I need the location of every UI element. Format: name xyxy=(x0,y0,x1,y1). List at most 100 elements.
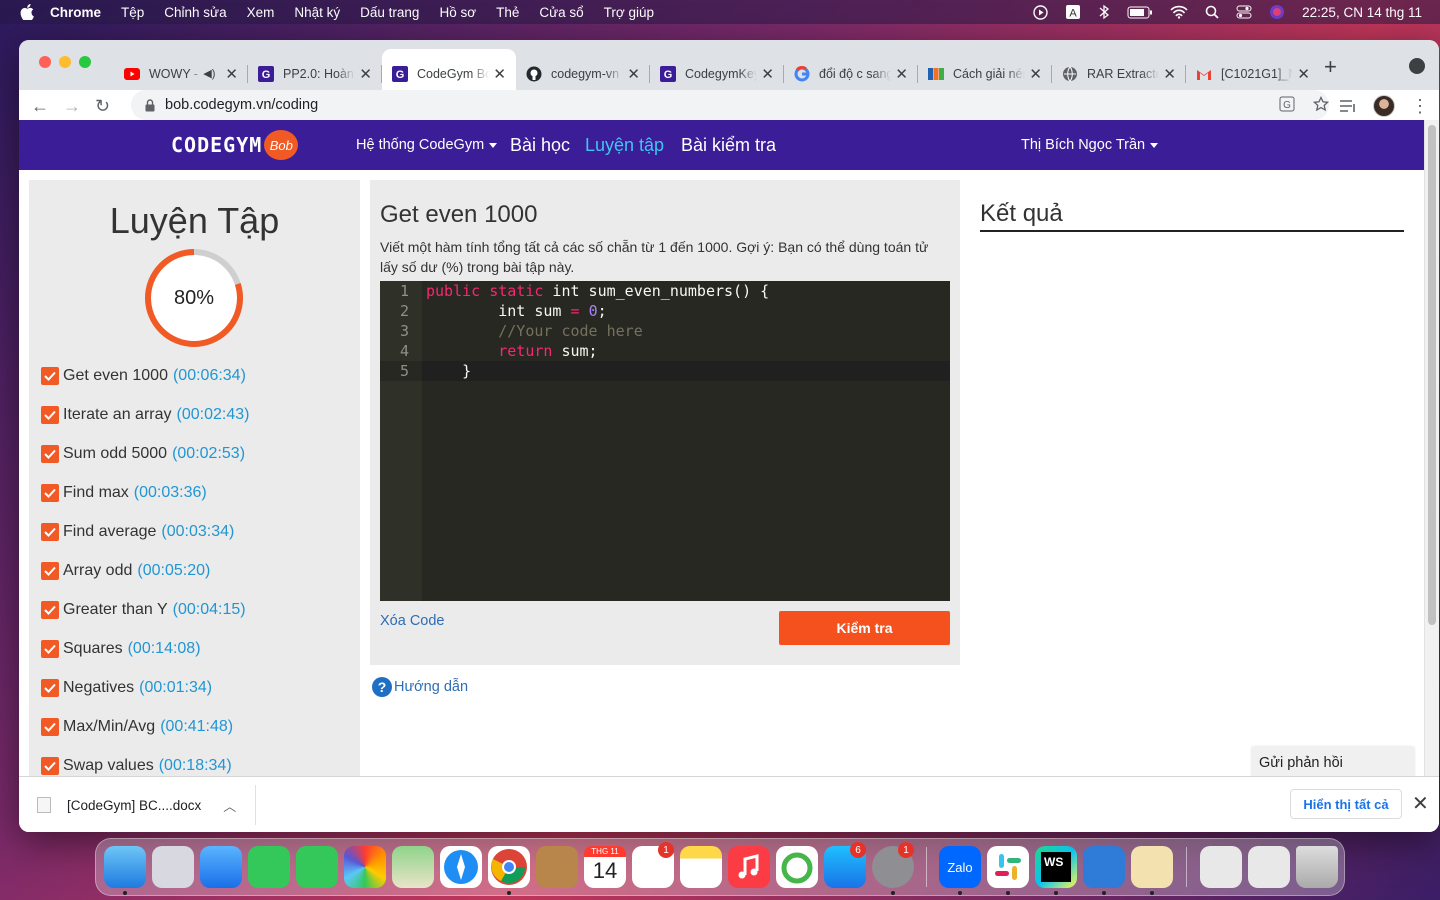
translate-icon[interactable]: G xyxy=(1279,96,1295,112)
calendar-icon[interactable]: THG 11 14 xyxy=(584,846,626,888)
bluetooth-icon[interactable] xyxy=(1098,4,1110,20)
play-circle-icon[interactable] xyxy=(1033,4,1048,20)
clear-code-link[interactable]: Xóa Code xyxy=(380,613,445,629)
exercise-item[interactable]: Negatives (00:01:34) xyxy=(41,668,249,707)
checkbox-checked-icon[interactable] xyxy=(41,561,59,580)
close-tab-icon[interactable]: ✕ xyxy=(1029,65,1042,83)
scrollbar-thumb[interactable] xyxy=(1428,125,1436,625)
mail-app-icon[interactable] xyxy=(1083,846,1125,888)
avatar[interactable] xyxy=(1373,95,1395,117)
menu-window[interactable]: Cửa sổ xyxy=(539,5,583,20)
menu-bookmarks[interactable]: Dấu trang xyxy=(360,5,419,20)
exercise-item[interactable]: Iterate an array (00:02:43) xyxy=(41,395,249,434)
contacts-icon[interactable] xyxy=(536,846,578,888)
forward-icon[interactable]: → xyxy=(63,96,81,117)
photos-icon[interactable] xyxy=(344,846,386,888)
code-line[interactable]: //Your code here xyxy=(426,321,643,341)
address-bar[interactable]: bob.codegym.vn/coding G xyxy=(131,90,1329,120)
chrome-icon[interactable] xyxy=(488,846,530,888)
checkbox-checked-icon[interactable] xyxy=(41,405,59,424)
code-editor[interactable]: 1 2 3 4 5 public static int sum_even_num… xyxy=(380,281,950,601)
reading-list-icon[interactable] xyxy=(1339,99,1357,113)
close-tab-icon[interactable]: ✕ xyxy=(895,65,908,83)
chevron-up-icon[interactable]: ︿ xyxy=(223,796,236,815)
checkbox-checked-icon[interactable] xyxy=(41,678,59,697)
tab-google[interactable]: đổi độ c sang ✕ xyxy=(784,57,918,90)
maps-icon[interactable] xyxy=(392,846,434,888)
siri-icon[interactable] xyxy=(1269,4,1285,20)
download-item[interactable]: [CodeGym] BC....docx ︿ xyxy=(37,789,255,821)
exercise-item[interactable]: Greater than Y (00:04:15) xyxy=(41,590,249,629)
checkbox-checked-icon[interactable] xyxy=(41,366,59,385)
help-link[interactable]: ? Hướng dẫn xyxy=(372,677,468,697)
menu-edit[interactable]: Chỉnh sửa xyxy=(164,5,226,20)
battery-icon[interactable] xyxy=(1127,6,1153,19)
exercise-item[interactable]: Array odd (00:05:20) xyxy=(41,551,249,590)
code-line[interactable]: public static int sum_even_numbers() { xyxy=(426,281,769,301)
menu-view[interactable]: Xem xyxy=(247,5,275,20)
zalo-icon[interactable]: Zalo xyxy=(939,846,981,888)
code-line[interactable]: int sum = 0; xyxy=(426,301,606,321)
tab-codegym-bob[interactable]: G CodeGym Bob ✕ xyxy=(382,49,516,90)
apple-icon[interactable] xyxy=(20,4,36,20)
close-tab-icon[interactable]: ✕ xyxy=(627,65,640,83)
menubar-clock[interactable]: 22:25, CN 14 thg 11 xyxy=(1302,5,1422,20)
checkbox-checked-icon[interactable] xyxy=(41,639,59,658)
trash-icon[interactable] xyxy=(1296,846,1338,888)
webstorm-icon[interactable]: WS xyxy=(1035,846,1077,888)
slack-icon[interactable] xyxy=(987,846,1029,888)
exercise-item[interactable]: Sum odd 5000 (00:02:53) xyxy=(41,434,249,473)
user-menu-dropdown[interactable]: Thị Bích Ngọc Trần xyxy=(1021,137,1159,153)
code-line[interactable]: return sum; xyxy=(426,341,597,361)
tab-codegymkey[interactable]: G CodegymKey ✕ xyxy=(650,57,784,90)
page-scrollbar[interactable] xyxy=(1424,120,1439,776)
show-all-downloads-button[interactable]: Hiển thị tất cả xyxy=(1290,789,1402,819)
close-tab-icon[interactable]: ✕ xyxy=(1297,65,1310,83)
mail-icon[interactable] xyxy=(200,846,242,888)
launchpad-icon[interactable] xyxy=(152,846,194,888)
checkbox-checked-icon[interactable] xyxy=(41,483,59,502)
tab-rar[interactable]: RAR Extractor ✕ xyxy=(1052,57,1186,90)
url-text[interactable]: bob.codegym.vn/coding xyxy=(165,97,318,113)
exercise-item[interactable]: Squares (00:14:08) xyxy=(41,629,249,668)
exercise-item[interactable]: Get even 1000 (00:06:34) xyxy=(41,356,249,395)
nav-system-dropdown[interactable]: Hệ thống CodeGym xyxy=(356,137,498,153)
menu-help[interactable]: Trợ giúp xyxy=(604,5,654,20)
nav-lessons[interactable]: Bài học xyxy=(510,135,570,156)
speaker-icon[interactable]: ◀) xyxy=(203,67,215,80)
input-source-icon[interactable]: A xyxy=(1065,4,1081,20)
checkbox-checked-icon[interactable] xyxy=(41,522,59,541)
cococ-icon[interactable] xyxy=(776,846,818,888)
reload-icon[interactable]: ↻ xyxy=(95,96,110,117)
tab-youtube[interactable]: WOWY - ◀) ✕ xyxy=(114,57,248,90)
checkbox-checked-icon[interactable] xyxy=(41,444,59,463)
exercise-item[interactable]: Max/Min/Avg (00:41:48) xyxy=(41,707,249,746)
exercise-item[interactable]: Swap values (00:18:34) xyxy=(41,746,249,776)
checkbox-checked-icon[interactable] xyxy=(41,717,59,736)
code-line[interactable]: } xyxy=(426,361,471,381)
menu-tab[interactable]: Thẻ xyxy=(496,5,519,20)
menu-chrome[interactable]: Chrome xyxy=(50,5,101,20)
checkbox-checked-icon[interactable] xyxy=(41,756,59,775)
close-tab-icon[interactable]: ✕ xyxy=(761,65,774,83)
tab-fpt[interactable]: Cách giải nén ✕ xyxy=(918,57,1052,90)
facetime-icon[interactable] xyxy=(248,846,290,888)
wifi-icon[interactable] xyxy=(1170,5,1188,19)
close-download-bar-icon[interactable]: ✕ xyxy=(1412,791,1429,816)
downloads-stack-icon[interactable] xyxy=(1248,846,1290,888)
close-window-button[interactable] xyxy=(39,56,51,68)
close-tab-icon[interactable]: ✕ xyxy=(225,65,238,83)
bookmark-star-icon[interactable] xyxy=(1313,96,1329,112)
safari-icon[interactable] xyxy=(440,846,482,888)
notes-icon[interactable] xyxy=(680,846,722,888)
checkbox-checked-icon[interactable] xyxy=(41,600,59,619)
tab-pp2[interactable]: G PP2.0: Hoàn ✕ xyxy=(248,57,382,90)
codegym-logo[interactable]: CODEGYM Bob xyxy=(171,130,299,160)
music-icon[interactable] xyxy=(728,846,770,888)
check-button[interactable]: Kiểm tra xyxy=(779,611,950,645)
close-tab-icon[interactable]: ✕ xyxy=(1163,65,1176,83)
minimize-window-button[interactable] xyxy=(59,56,71,68)
close-tab-icon[interactable]: ✕ xyxy=(493,65,506,83)
feedback-button[interactable]: Gửi phản hồi xyxy=(1252,747,1414,776)
pages-icon[interactable] xyxy=(1131,846,1173,888)
